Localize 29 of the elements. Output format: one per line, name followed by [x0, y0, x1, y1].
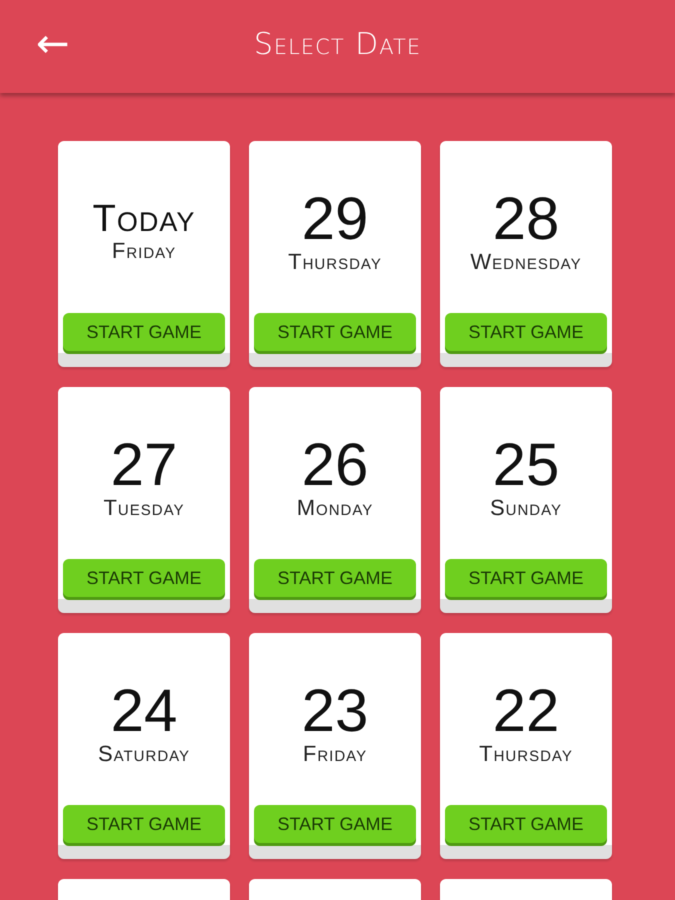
weekday-label: Wednesday [470, 249, 582, 275]
start-game-button[interactable]: START GAME [254, 559, 416, 597]
date-number: 23 [302, 681, 368, 741]
weekday-label: Friday [302, 741, 368, 767]
date-number: 27 [110, 435, 178, 495]
date-number: 26 [302, 435, 368, 495]
weekday-label: Tuesday [103, 495, 184, 521]
start-game-button[interactable]: START GAME [445, 559, 607, 597]
start-game-button[interactable]: START GAME [445, 313, 607, 351]
weekday-label: Monday [296, 495, 374, 521]
date-number: 28 [492, 189, 560, 249]
start-game-button[interactable]: START GAME [254, 313, 416, 351]
date-number: 24 [110, 681, 178, 741]
weekday-label: Sunday [490, 495, 562, 521]
page-title: Select Date [254, 27, 422, 62]
weekday-label: Saturday [98, 741, 190, 767]
weekday-label: Thursday [288, 249, 382, 275]
start-game-button[interactable]: START GAME [63, 313, 225, 351]
back-button[interactable]: ← [36, 24, 70, 70]
start-game-button[interactable]: START GAME [254, 805, 416, 843]
date-number: 29 [302, 189, 368, 249]
start-game-button[interactable]: START GAME [63, 559, 225, 597]
start-game-button[interactable]: START GAME [63, 805, 225, 843]
date-number: 22 [492, 681, 560, 741]
weekday-label: Thursday [479, 741, 573, 767]
weekday-label: Friday [112, 238, 176, 264]
today-label: Today [92, 200, 196, 238]
start-game-button[interactable]: START GAME [445, 805, 607, 843]
date-number: 25 [492, 435, 560, 495]
